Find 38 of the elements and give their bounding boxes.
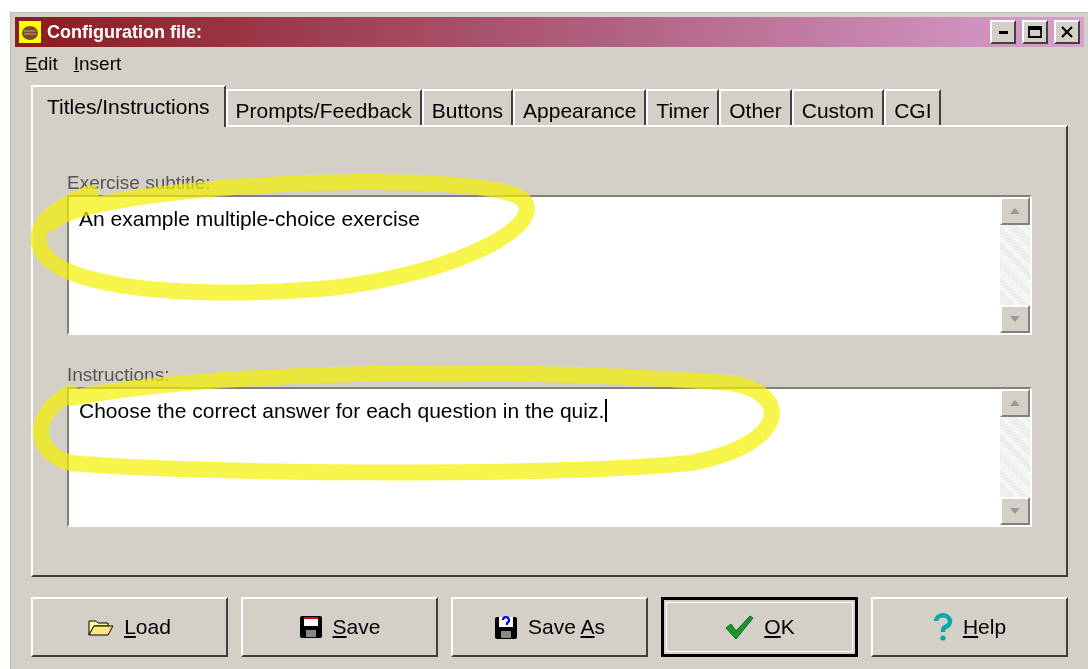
window-title: Configuration file:: [47, 20, 203, 44]
minimize-icon: [998, 30, 1008, 34]
dialog-button[interactable]: Save: [241, 597, 438, 657]
up-arrow-icon: [1010, 400, 1020, 406]
question-mark-icon: [932, 613, 953, 641]
tab[interactable]: Titles/Instructions: [31, 85, 226, 127]
scrollbar[interactable]: [1000, 389, 1030, 525]
menu-item[interactable]: Insert: [73, 49, 122, 79]
tab[interactable]: Buttons: [421, 89, 514, 125]
maximize-button[interactable]: [1022, 20, 1048, 44]
dialog-button[interactable]: Help: [871, 597, 1069, 657]
minimize-button[interactable]: [990, 20, 1016, 44]
text-value: An example multiple-choice exercise: [79, 207, 420, 230]
up-arrow-icon: [1010, 208, 1020, 214]
app-icon: [19, 21, 41, 43]
text-area[interactable]: An example multiple-choice exercise: [67, 195, 1032, 335]
scrollbar[interactable]: [1000, 197, 1030, 333]
close-button[interactable]: [1054, 20, 1080, 44]
tab[interactable]: Custom: [791, 89, 885, 125]
down-arrow-icon: [1010, 508, 1020, 514]
dialog-button[interactable]: Load: [31, 597, 228, 657]
dialog-button[interactable]: OK: [661, 597, 859, 657]
tab[interactable]: CGI: [884, 89, 942, 125]
floppy-disk-question-icon: [493, 614, 518, 640]
field-label: Instructions:: [67, 363, 171, 387]
tab[interactable]: Timer: [646, 89, 720, 125]
text-area[interactable]: Choose the correct answer for each question in the quiz.: [67, 387, 1032, 527]
tab[interactable]: Other: [719, 89, 792, 125]
checkmark-icon: [724, 614, 755, 640]
tab[interactable]: Prompts/Feedback: [225, 89, 422, 125]
text-value: Choose the correct answer for each question in the quiz.: [79, 399, 608, 422]
maximize-icon: [1028, 26, 1042, 38]
down-arrow-icon: [1010, 316, 1020, 322]
dialog-button[interactable]: Save As: [451, 597, 648, 657]
tab[interactable]: Appearance: [513, 89, 647, 125]
folder-icon: [88, 617, 115, 637]
menu-item[interactable]: Edit: [25, 49, 58, 79]
close-icon: [1061, 26, 1073, 38]
